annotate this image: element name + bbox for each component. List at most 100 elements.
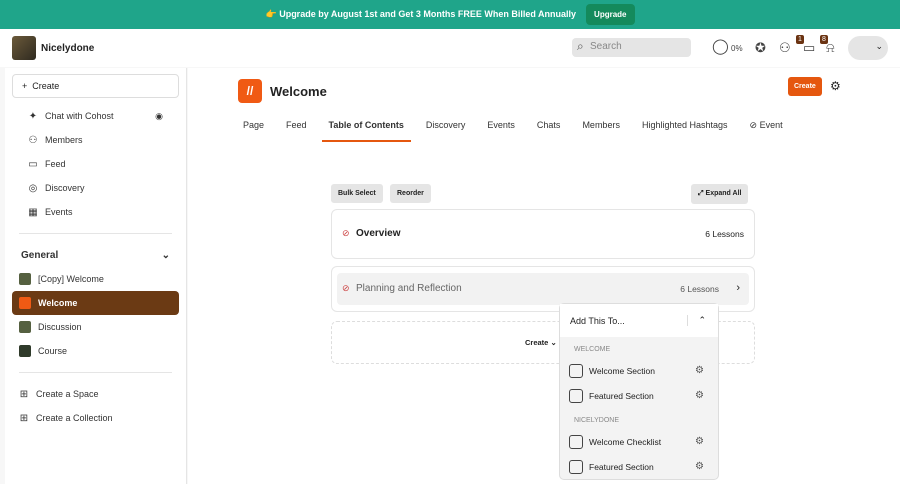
label: [Copy] Welcome — [38, 274, 104, 284]
add-to-popup: Add This To... ⌃ WELCOME Welcome Section ⚙… — [559, 303, 719, 480]
label: Welcome — [38, 298, 78, 308]
tabs: Page Feed Table of Contents Discovery Ev… — [243, 120, 783, 142]
create-button[interactable]: + Create — [12, 74, 179, 98]
user-menu[interactable]: ⌄ — [848, 36, 888, 60]
space-icon — [19, 297, 31, 309]
gear-icon[interactable]: ⚙ — [695, 461, 704, 472]
award-icon[interactable]: ✪ — [755, 40, 766, 56]
label: Feed — [45, 159, 66, 169]
tab-members[interactable]: Members — [582, 120, 620, 142]
space-discussion[interactable]: Discussion — [12, 315, 179, 339]
chevron-down-icon: ⌄ — [161, 249, 170, 261]
sidebar-item-members[interactable]: ⚇ Members — [12, 128, 179, 152]
create-button[interactable]: Create — [788, 77, 822, 96]
space-logo: // — [238, 79, 262, 103]
option-featured-section[interactable]: Featured Section ⚙ — [560, 383, 718, 408]
page-title: Welcome — [270, 84, 327, 99]
create-collection[interactable]: ⊞ Create a Collection — [12, 406, 179, 430]
section-overview[interactable]: ⊘ Overview 6 Lessons — [331, 209, 755, 259]
option-featured-section-2[interactable]: Featured Section ⚙ — [560, 454, 718, 479]
lesson-count: 6 Lessons — [705, 229, 744, 239]
gear-icon[interactable]: ⚙ — [695, 365, 704, 376]
checkbox[interactable] — [569, 388, 583, 403]
label: Course — [38, 346, 68, 356]
sparkle-icon: ✦ — [28, 110, 38, 122]
group-caption: NICELYDONE — [574, 417, 619, 424]
section-title: Overview — [356, 228, 401, 239]
checkbox[interactable] — [569, 434, 583, 449]
space-icon — [19, 345, 31, 357]
gear-icon[interactable]: ⚙ — [830, 79, 841, 93]
compass-icon: ◎ — [28, 182, 38, 194]
expand-all-button[interactable]: ⤢ Expand All — [691, 184, 749, 204]
popup-title: Add This To... — [570, 316, 625, 326]
expand-icon: ⤢ — [698, 190, 706, 197]
label: Chat with Cohost — [45, 111, 114, 121]
tab-event[interactable]: ⊘ Event — [750, 120, 783, 142]
space-welcome[interactable]: Welcome — [12, 291, 179, 315]
chevron-right-icon[interactable]: › — [736, 282, 740, 294]
label: Discovery — [45, 183, 85, 193]
label: Create a Collection — [36, 413, 113, 423]
section-general[interactable]: General ⌄ — [12, 243, 179, 267]
space-course[interactable]: Course — [12, 339, 179, 363]
progress-value: 0% — [731, 44, 743, 53]
option-welcome-section[interactable]: Welcome Section ⚙ — [560, 358, 718, 383]
space-copy-welcome[interactable]: [Copy] Welcome — [12, 267, 179, 291]
search-input[interactable]: Search — [572, 38, 691, 57]
sidebar-item-discovery[interactable]: ◎ Discovery — [12, 176, 179, 200]
calendar-icon: ▦ — [28, 206, 38, 218]
label: Create a Space — [36, 389, 99, 399]
gear-icon[interactable]: ⚙ — [695, 390, 704, 401]
eye-off-icon: ⊘ — [749, 120, 760, 130]
space-icon — [19, 273, 31, 285]
upgrade-banner: 👉 Upgrade by August 1st and Get 3 Months… — [0, 0, 900, 29]
tab-table-of-contents[interactable]: Table of Contents — [321, 120, 411, 142]
sidebar-item-chat[interactable]: ✦ Chat with Cohost ◉ — [12, 104, 179, 128]
label: Featured Section — [589, 390, 654, 401]
chat-icon[interactable]: ▭ — [803, 40, 815, 56]
tab-events[interactable]: Events — [487, 120, 515, 142]
feed-icon: ▭ — [28, 158, 38, 170]
plus-square-icon: ⊞ — [19, 388, 29, 400]
tab-chats[interactable]: Chats — [537, 120, 561, 142]
top-bar: Nicelydone Search ◯ 0% ✪ ⚇ 1 ▭ 8 ⍾ ⌄ — [0, 29, 900, 67]
space-icon — [19, 321, 31, 333]
tab-highlighted-hashtags[interactable]: Highlighted Hashtags — [642, 120, 728, 142]
brand-name[interactable]: Nicelydone — [41, 43, 94, 54]
checkbox[interactable] — [569, 459, 583, 474]
add-user-icon[interactable]: ⚇ — [779, 40, 791, 56]
bulk-select-button[interactable]: Bulk Select — [331, 184, 383, 203]
chevron-up-icon[interactable]: ⌃ — [687, 315, 706, 326]
bell-icon[interactable]: ⍾ — [826, 40, 835, 56]
checkbox[interactable] — [569, 363, 583, 378]
reorder-button[interactable]: Reorder — [390, 184, 431, 203]
members-icon: ⚇ — [28, 134, 38, 146]
label: Welcome Checklist — [589, 436, 662, 447]
label: Event — [759, 120, 783, 130]
sidebar-item-feed[interactable]: ▭ Feed — [12, 152, 179, 176]
eye-off-icon: ⊘ — [342, 283, 350, 293]
label: Expand All — [705, 190, 742, 197]
upgrade-button[interactable]: Upgrade — [586, 4, 635, 25]
sidebar-item-events[interactable]: ▦ Events — [12, 200, 179, 224]
tab-page[interactable]: Page — [243, 120, 264, 142]
tab-feed[interactable]: Feed — [286, 120, 307, 142]
section-label: General — [21, 249, 59, 261]
label: Welcome Section — [589, 365, 655, 376]
eye-icon[interactable]: ◉ — [155, 111, 163, 122]
create-label: Create — [32, 81, 60, 91]
eye-off-icon: ⊘ — [342, 228, 350, 238]
label: Discussion — [38, 322, 82, 332]
community-logo[interactable] — [12, 36, 36, 60]
chevron-down-icon: ⌄ — [875, 41, 883, 51]
banner-text: 👉 Upgrade by August 1st and Get 3 Months… — [265, 9, 577, 19]
progress-circle-icon[interactable]: ◯ — [712, 37, 729, 55]
lesson-count: 6 Lessons — [680, 284, 719, 294]
create-dropdown[interactable]: Create ⌄ — [525, 338, 557, 347]
gear-icon[interactable]: ⚙ — [695, 436, 704, 447]
option-welcome-checklist[interactable]: Welcome Checklist ⚙ — [560, 429, 718, 454]
create-space[interactable]: ⊞ Create a Space — [12, 382, 179, 406]
tab-discovery[interactable]: Discovery — [426, 120, 466, 142]
group-caption: WELCOME — [574, 346, 611, 353]
